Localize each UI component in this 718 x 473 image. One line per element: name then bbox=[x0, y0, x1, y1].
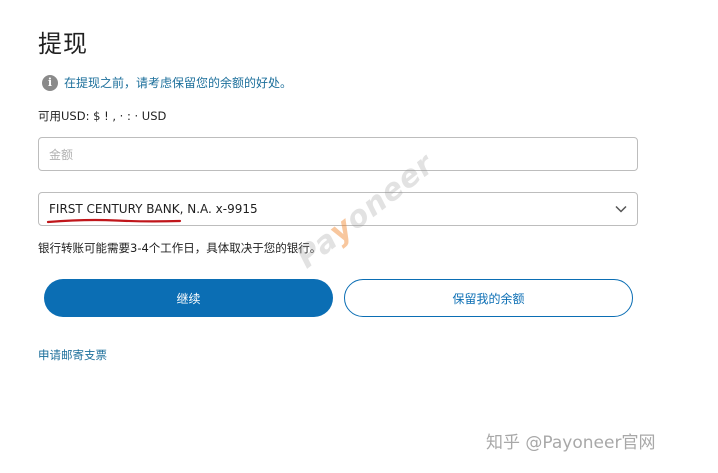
zhihu-watermark: 知乎 @Payoneer官网 bbox=[486, 433, 656, 453]
info-icon: i bbox=[42, 74, 58, 91]
keep-balance-button[interactable]: 保留我的余额 bbox=[344, 279, 633, 317]
amount-placeholder: 金额 bbox=[49, 147, 74, 162]
annotation-underline bbox=[46, 218, 182, 224]
info-notice-text: 在提现之前，请考虑保留您的余额的好处。 bbox=[64, 76, 293, 90]
page-title: 提现 bbox=[38, 30, 88, 58]
request-mail-check-link[interactable]: 申请邮寄支票 bbox=[38, 347, 107, 363]
bank-account-value: FIRST CENTURY BANK, N.A. x-9915 bbox=[49, 202, 258, 216]
info-notice: i 在提现之前，请考虑保留您的余额的好处。 bbox=[42, 74, 292, 91]
transfer-time-note: 银行转账可能需要3-4个工作日，具体取决于您的银行。 bbox=[38, 241, 322, 255]
chevron-down-icon bbox=[615, 205, 627, 213]
available-balance: 可用USD: $ ! , · : · USD bbox=[38, 109, 167, 123]
continue-button[interactable]: 继续 bbox=[44, 279, 333, 317]
amount-input[interactable]: 金额 bbox=[38, 137, 638, 171]
